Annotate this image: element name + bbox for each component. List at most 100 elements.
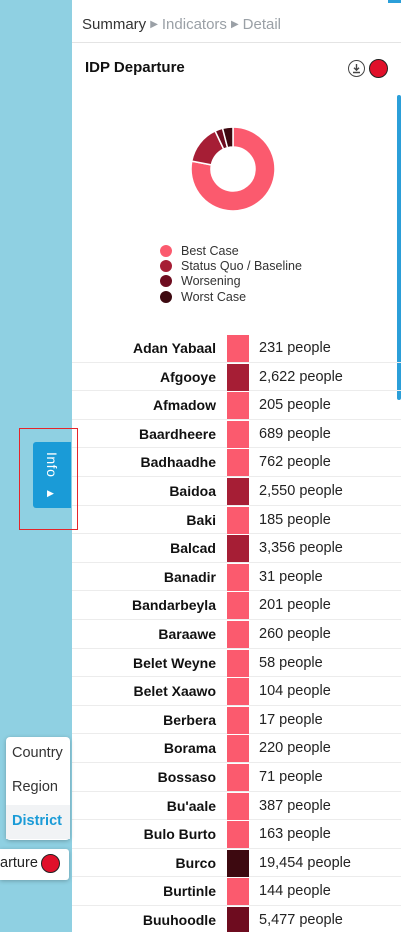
district-table: Adan Yabaal 231 people Afgooye 2,622 people… bbox=[72, 334, 401, 932]
district-value: 205 people bbox=[259, 397, 331, 414]
district-value: 260 people bbox=[259, 625, 331, 642]
district-name: Afmadow bbox=[153, 397, 216, 414]
download-icon[interactable] bbox=[348, 60, 365, 77]
district-name: Baidoa bbox=[169, 482, 216, 499]
severity-swatch bbox=[227, 335, 249, 362]
table-row[interactable]: Banadir 31 people bbox=[72, 563, 401, 592]
district-name: Burtinle bbox=[163, 883, 216, 900]
legend-item: Worst Case bbox=[160, 289, 302, 304]
table-row[interactable]: Baraawe 260 people bbox=[72, 620, 401, 649]
table-row[interactable]: Baidoa 2,550 people bbox=[72, 477, 401, 506]
district-name: Baraawe bbox=[158, 625, 216, 642]
legend-label: Worst Case bbox=[181, 289, 247, 304]
severity-swatch bbox=[227, 821, 249, 849]
district-name: Bossaso bbox=[157, 768, 216, 785]
table-row[interactable]: Bu'aale 387 people bbox=[72, 792, 401, 821]
chart-legend: Best Case Status Quo / Baseline Worsening W… bbox=[160, 243, 302, 304]
district-name: Buuhoodle bbox=[142, 911, 216, 928]
table-row[interactable]: Belet Weyne 58 people bbox=[72, 649, 401, 678]
district-value: 689 people bbox=[259, 425, 331, 442]
table-row[interactable]: Badhaadhe 762 people bbox=[72, 448, 401, 477]
severity-swatch bbox=[227, 878, 249, 906]
severity-swatch bbox=[227, 763, 249, 791]
district-value: 31 people bbox=[259, 568, 323, 585]
district-value: 163 people bbox=[259, 826, 331, 843]
district-name: Borama bbox=[163, 740, 216, 757]
district-name: Bandarbeyla bbox=[131, 597, 216, 614]
caret-right-icon: ▶ bbox=[230, 18, 239, 30]
level-option-country[interactable]: Country bbox=[6, 737, 70, 771]
district-value: 17 people bbox=[259, 711, 323, 728]
legend-label: Status Quo / Baseline bbox=[181, 258, 302, 273]
district-name: Afgooye bbox=[160, 368, 216, 385]
district-name: Belet Xaawo bbox=[133, 683, 216, 700]
tab-indicator bbox=[388, 0, 401, 3]
legend-swatch bbox=[160, 290, 172, 303]
layer-chip[interactable]: arture bbox=[0, 849, 69, 880]
severity-swatch bbox=[227, 678, 249, 706]
table-row[interactable]: Burco 19,454 people bbox=[72, 849, 401, 878]
district-name: Baki bbox=[186, 511, 216, 528]
severity-swatch bbox=[227, 420, 249, 448]
district-value: 5,477 people bbox=[259, 911, 343, 928]
district-value: 2,550 people bbox=[259, 482, 343, 499]
admin-level-switcher: Country Region District bbox=[6, 737, 70, 840]
table-row[interactable]: Baki 185 people bbox=[72, 506, 401, 535]
severity-swatch bbox=[227, 449, 249, 477]
highlight-box bbox=[19, 428, 78, 530]
severity-swatch bbox=[227, 477, 249, 505]
table-row[interactable]: Borama 220 people bbox=[72, 734, 401, 763]
district-value: 185 people bbox=[259, 511, 331, 528]
breadcrumb-detail[interactable]: Detail bbox=[243, 16, 281, 33]
table-row[interactable]: Belet Xaawo 104 people bbox=[72, 677, 401, 706]
severity-swatch bbox=[227, 363, 249, 391]
status-indicator bbox=[369, 59, 388, 78]
district-name: Balcad bbox=[170, 540, 216, 557]
table-row[interactable]: Bossaso 71 people bbox=[72, 763, 401, 792]
district-name: Berbera bbox=[163, 711, 216, 728]
district-value: 2,622 people bbox=[259, 368, 343, 385]
table-row[interactable]: Adan Yabaal 231 people bbox=[72, 334, 401, 363]
breadcrumb-summary[interactable]: Summary bbox=[82, 16, 146, 33]
table-row[interactable]: Bulo Burto 163 people bbox=[72, 820, 401, 849]
district-name: Burco bbox=[175, 854, 216, 871]
table-row[interactable]: Berbera 17 people bbox=[72, 706, 401, 735]
district-value: 144 people bbox=[259, 883, 331, 900]
legend-item: Status Quo / Baseline bbox=[160, 258, 302, 273]
level-option-region[interactable]: Region bbox=[6, 771, 70, 805]
district-value: 71 people bbox=[259, 768, 323, 785]
layer-chip-label: arture bbox=[0, 855, 38, 871]
district-value: 19,454 people bbox=[259, 854, 351, 871]
severity-swatch bbox=[227, 563, 249, 591]
panel-title: IDP Departure bbox=[85, 59, 185, 76]
breadcrumb-indicators[interactable]: Indicators bbox=[162, 16, 227, 33]
district-name: Belet Weyne bbox=[133, 654, 216, 671]
table-row[interactable]: Bandarbeyla 201 people bbox=[72, 591, 401, 620]
legend-label: Worsening bbox=[181, 274, 241, 289]
district-value: 104 people bbox=[259, 683, 331, 700]
table-row[interactable]: Burtinle 144 people bbox=[72, 877, 401, 906]
table-row[interactable]: Baardheere 689 people bbox=[72, 420, 401, 449]
severity-swatch bbox=[227, 906, 249, 932]
level-option-district[interactable]: District bbox=[6, 805, 70, 839]
district-value: 231 people bbox=[259, 340, 331, 356]
severity-swatch bbox=[227, 592, 249, 620]
severity-swatch bbox=[227, 706, 249, 734]
table-row[interactable]: Buuhoodle 5,477 people bbox=[72, 906, 401, 932]
table-row[interactable]: Balcad 3,356 people bbox=[72, 534, 401, 563]
donut-chart bbox=[190, 126, 276, 212]
table-row[interactable]: Afmadow 205 people bbox=[72, 391, 401, 420]
district-value: 387 people bbox=[259, 797, 331, 814]
detail-panel: Summary ▶ Indicators ▶ Detail IDP Depart… bbox=[72, 0, 401, 932]
severity-swatch bbox=[227, 506, 249, 534]
severity-swatch bbox=[227, 392, 249, 420]
district-value: 762 people bbox=[259, 454, 331, 471]
severity-swatch bbox=[227, 849, 249, 877]
layer-status-dot bbox=[41, 854, 60, 873]
table-row[interactable]: Afgooye 2,622 people bbox=[72, 363, 401, 392]
legend-swatch bbox=[160, 275, 172, 288]
district-name: Adan Yabaal bbox=[132, 340, 216, 356]
severity-swatch bbox=[227, 620, 249, 648]
district-name: Baardheere bbox=[138, 425, 216, 442]
district-value: 220 people bbox=[259, 740, 331, 757]
